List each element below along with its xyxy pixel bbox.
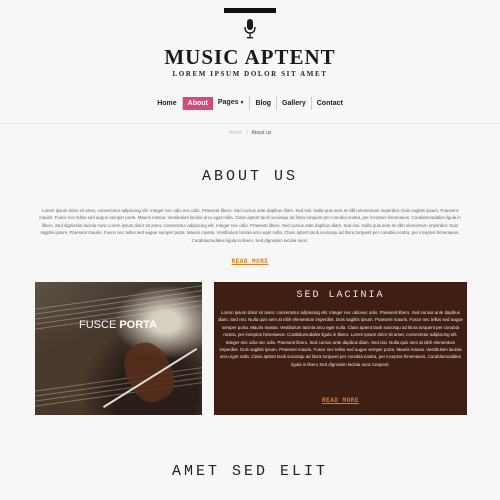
microphone-icon bbox=[244, 19, 256, 39]
nav-item-contact[interactable]: Contact bbox=[312, 97, 348, 110]
caret-down-icon: ▼ bbox=[239, 100, 245, 106]
site-title[interactable]: MUSIC APTENT bbox=[0, 45, 500, 70]
about-heading: ABOUT US bbox=[201, 168, 298, 185]
violin-shape bbox=[116, 335, 182, 409]
breadcrumb: Home / About us bbox=[0, 130, 500, 136]
main-nav: Home About Pages▼ Blog Gallery Contact bbox=[0, 96, 500, 110]
nav-item-home[interactable]: Home bbox=[152, 96, 183, 110]
top-accent-bar bbox=[224, 8, 276, 13]
panel-read-more-label[interactable]: READ MORE bbox=[322, 397, 359, 404]
about-read-more-link: READ MORE bbox=[0, 258, 500, 265]
photo-caption: FUSCE PORTA bbox=[79, 319, 157, 331]
panel-heading: SED LACINIA bbox=[296, 290, 385, 301]
about-read-more-label[interactable]: READ MORE bbox=[232, 258, 269, 265]
header-divider bbox=[0, 123, 500, 124]
nav-item-gallery[interactable]: Gallery bbox=[277, 96, 312, 110]
nav-item-about[interactable]: About bbox=[182, 96, 213, 110]
panel-read-more-link: READ MORE bbox=[214, 397, 467, 404]
nav-item-pages[interactable]: Pages▼ bbox=[213, 96, 251, 110]
about-body-text: Lorem ipsum dolor sit amet, consectetur … bbox=[39, 208, 461, 243]
feature-panel: SED LACINIA Lorem ipsum dolor sit amet, … bbox=[214, 282, 467, 415]
photo-caption-light: FUSCE bbox=[79, 319, 120, 331]
nav-item-blog[interactable]: Blog bbox=[250, 96, 277, 110]
nav-item-pages-label: Pages bbox=[217, 99, 239, 106]
breadcrumb-separator: / bbox=[246, 130, 248, 136]
breadcrumb-current: About us bbox=[251, 130, 272, 136]
site-subtitle: LOREM IPSUM DOLOR SIT AMET bbox=[172, 70, 328, 78]
panel-body-text: Lorem ipsum dolor sit amet, consectetur … bbox=[218, 310, 463, 367]
breadcrumb-home-link[interactable]: Home bbox=[229, 130, 242, 136]
violinist-photo: FUSCE PORTA bbox=[35, 282, 202, 415]
section2-heading: AMET SED ELIT bbox=[171, 463, 329, 480]
photo-caption-bold: PORTA bbox=[119, 319, 158, 331]
